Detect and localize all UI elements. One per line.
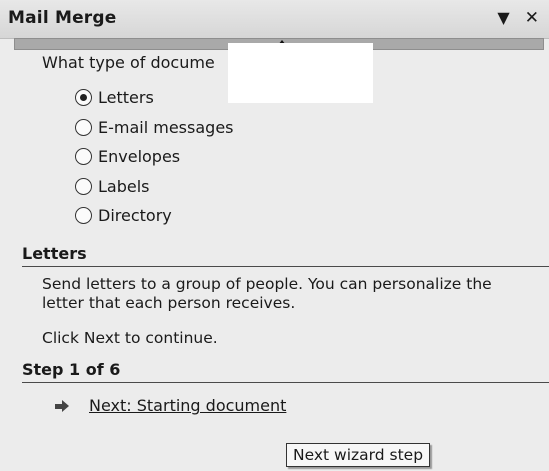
close-icon[interactable]: ✕ — [525, 8, 539, 28]
step-heading: Step 1 of 6 — [22, 360, 121, 379]
option-label: Directory — [98, 206, 172, 226]
pane-title-bar: Mail Merge ▼ ✕ — [0, 0, 549, 39]
radio-envelopes[interactable] — [75, 148, 92, 166]
next-starting-document-link[interactable]: Next: Starting document — [89, 396, 286, 415]
letters-divider — [22, 266, 549, 267]
radio-labels[interactable] — [75, 177, 92, 195]
letters-heading: Letters — [22, 244, 87, 263]
document-type-options: Letters E-mail messages Envelopes Labels… — [75, 83, 234, 231]
pane-title: Mail Merge — [8, 8, 117, 28]
radio-email-messages[interactable] — [75, 118, 92, 136]
pane-title-buttons: ▼ ✕ — [487, 8, 539, 28]
option-directory[interactable]: Directory — [75, 201, 234, 231]
option-label: Labels — [98, 176, 150, 196]
step-divider — [22, 382, 549, 383]
option-letters[interactable]: Letters — [75, 83, 234, 113]
next-wizard-step-tooltip: Next wizard step — [286, 443, 431, 467]
option-label: Envelopes — [98, 147, 181, 167]
option-label: E-mail messages — [98, 117, 234, 137]
redaction-box — [228, 43, 373, 103]
continue-instruction: Click Next to continue. — [42, 329, 218, 347]
chevron-down-icon[interactable]: ▼ — [497, 8, 509, 27]
option-envelopes[interactable]: Envelopes — [75, 142, 234, 172]
next-step-row[interactable]: Next: Starting document — [55, 396, 286, 415]
radio-directory[interactable] — [75, 207, 92, 225]
arrow-right-icon[interactable] — [55, 399, 69, 413]
option-email-messages[interactable]: E-mail messages — [75, 113, 234, 143]
radio-letters[interactable] — [75, 89, 92, 107]
letters-description: Send letters to a group of people. You c… — [42, 275, 492, 312]
option-labels[interactable]: Labels — [75, 172, 234, 202]
option-label: Letters — [98, 88, 154, 108]
mail-merge-pane: Mail Merge ▼ ✕ What type of docume ng on… — [0, 0, 549, 471]
